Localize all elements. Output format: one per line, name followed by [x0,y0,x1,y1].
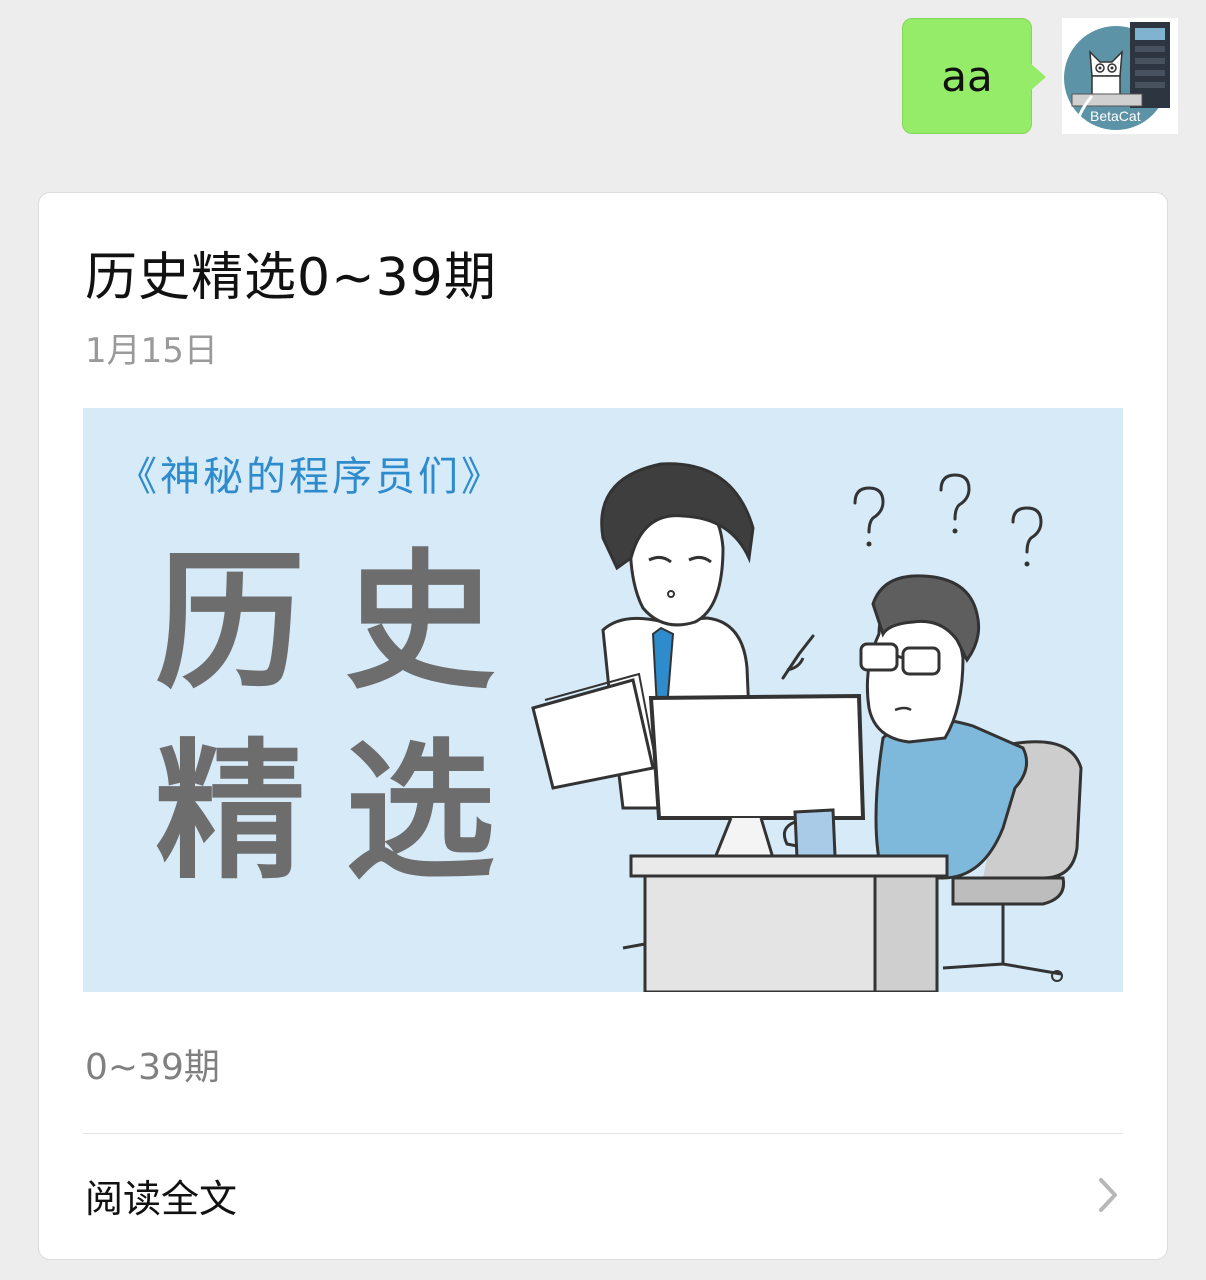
read-more-link[interactable]: 阅读全文 [39,1134,1167,1258]
cover-subtitle: 《神秘的程序员们》 [117,454,504,500]
avatar-caption: BetaCat [1090,108,1141,124]
cover-headline-line2: 精选 [155,726,536,900]
article-cover-image: 《神秘的程序员们》 历史 精选 [83,408,1123,992]
message-row: aa BetaCat [902,18,1178,134]
cover-headline-line1: 历史 [155,536,536,710]
message-text: aa [941,51,993,101]
chevron-right-icon [1099,1178,1117,1212]
article-card[interactable]: 历史精选0~39期 1月15日 《神秘的程序员们》 历史 精选 0~39期 阅读… [38,192,1168,1260]
article-description: 0~39期 [85,1047,220,1088]
read-more-label: 阅读全文 [85,1177,238,1221]
message-bubble[interactable]: aa [902,18,1046,134]
article-title: 历史精选0~39期 [85,248,497,308]
avatar[interactable]: BetaCat [1062,18,1178,134]
article-date: 1月15日 [85,331,218,371]
